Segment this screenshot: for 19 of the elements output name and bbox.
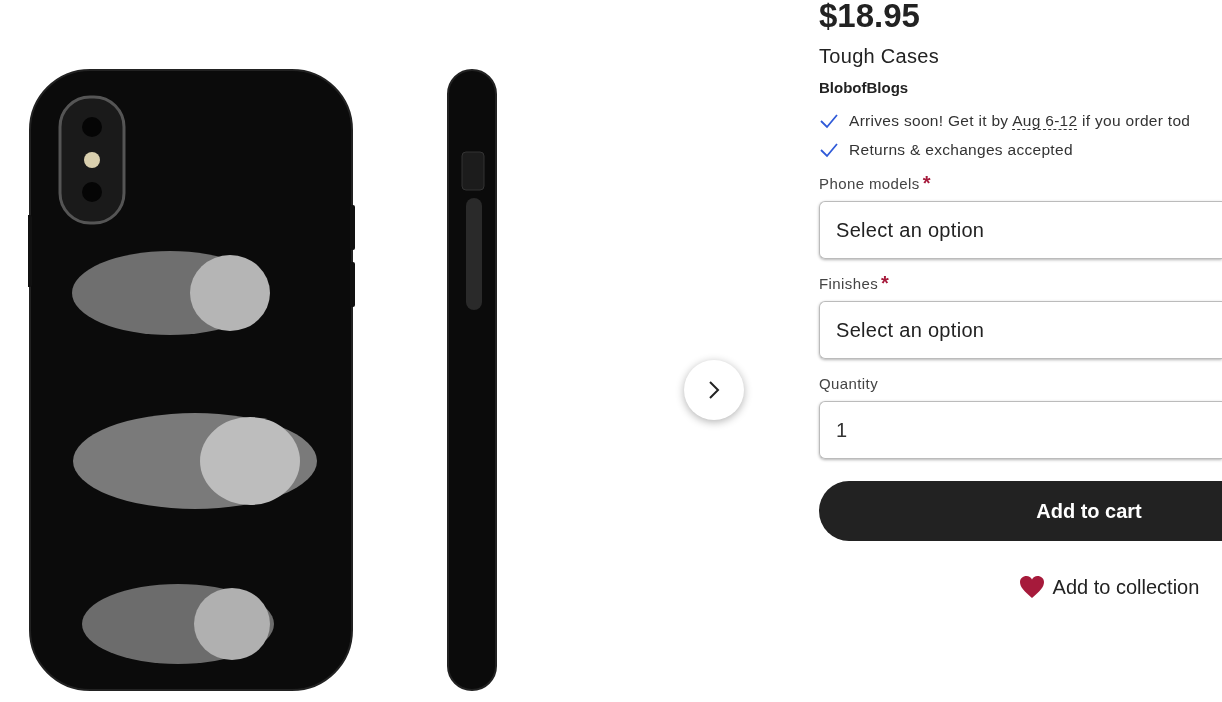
delivery-estimate: Arrives soon! Get it by Aug 6-12 if you order tod xyxy=(849,112,1191,130)
checkmark-icon xyxy=(819,113,839,129)
quantity-field[interactable]: 1 xyxy=(819,401,1222,459)
checkmark-icon xyxy=(819,142,839,158)
price: $18.95 xyxy=(819,0,920,36)
add-to-cart-button[interactable]: Add to cart xyxy=(819,481,1222,541)
field-label: Phone models xyxy=(819,174,920,192)
field-label: Quantity xyxy=(819,374,879,392)
heart-icon xyxy=(1018,575,1045,599)
shop-name-link[interactable]: BlobofBlogs xyxy=(819,78,909,98)
returns-policy: Returns & exchanges accepted xyxy=(849,141,1073,159)
product-title: Tough Cases xyxy=(819,44,940,68)
option-dropdown[interactable]: Select an option xyxy=(819,301,1222,359)
required-mark: * xyxy=(922,171,931,195)
field-label: Finishes xyxy=(819,274,879,292)
required-mark: * xyxy=(881,271,890,295)
option-dropdown[interactable]: Select an option xyxy=(819,201,1222,259)
add-to-collection-button[interactable]: Add to collection xyxy=(1010,571,1208,603)
next-image-button[interactable] xyxy=(684,360,744,420)
